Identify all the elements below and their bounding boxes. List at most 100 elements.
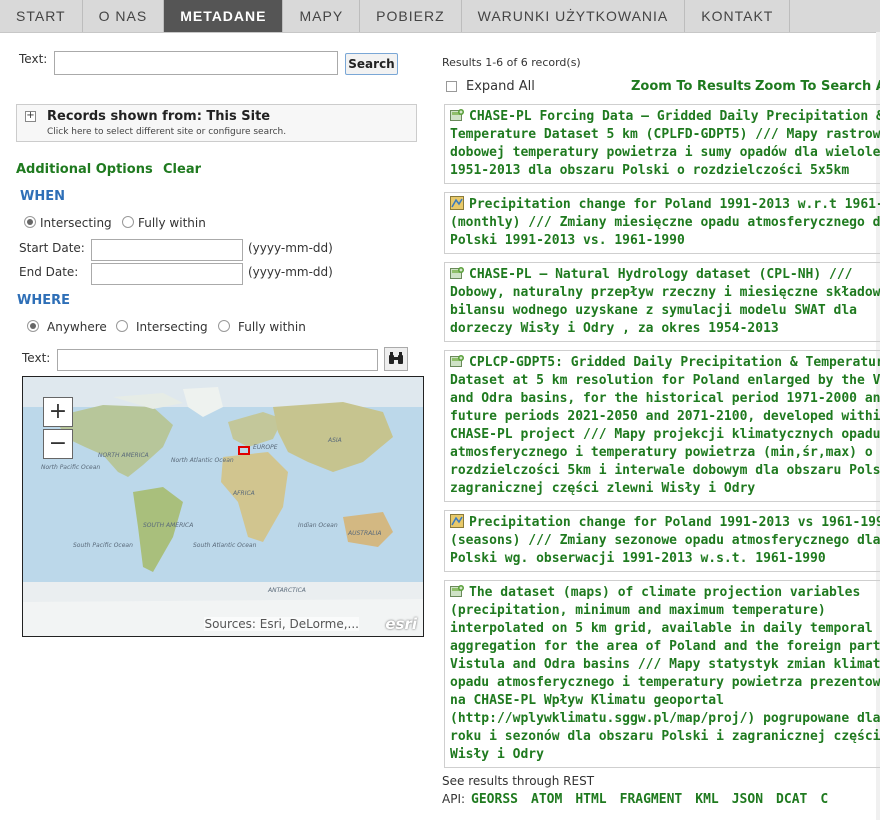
where-anywhere-label: Anywhere xyxy=(47,320,107,334)
location-search-input[interactable] xyxy=(57,349,378,371)
map-label-indian: Indian Ocean xyxy=(298,522,338,529)
nav-tab-o-nas[interactable]: O NAS xyxy=(83,0,165,32)
result-title-line[interactable]: (http://wplywklimatu.sggw.pl/map/proj/) … xyxy=(450,711,880,726)
result-title-line[interactable]: Dobowy, naturalny przepływ rzeczny i mie… xyxy=(450,285,880,300)
rest-results-text: See results through REST xyxy=(442,774,595,788)
api-link-json[interactable]: JSON xyxy=(732,792,763,807)
result-title-line[interactable]: Polski 1991-2013 vs. 1961-1990 xyxy=(450,233,685,248)
start-date-label: Start Date: xyxy=(19,241,85,255)
result-title-line[interactable]: and Odra basins, for the historical peri… xyxy=(450,391,880,406)
result-title-line[interactable]: (precipitation, minimum and maximum temp… xyxy=(450,603,826,618)
zoom-out-button[interactable]: − xyxy=(43,429,73,459)
map-label-north-pacific: North Pacific Ocean xyxy=(41,464,100,471)
nav-tab-mapy[interactable]: MAPY xyxy=(283,0,361,32)
end-date-label: End Date: xyxy=(19,265,79,279)
result-title-line[interactable]: Temperature Dataset 5 km (CPLFD-GDPT5) /… xyxy=(450,127,880,142)
search-area-map[interactable]: NORTH AMERICA North Pacific Ocean North … xyxy=(22,376,424,637)
api-link-html[interactable]: HTML xyxy=(575,792,606,807)
dataset-icon xyxy=(450,108,464,122)
result-title-line[interactable]: 1951-2013 dla obszaru Polski o rozdzielc… xyxy=(450,163,849,178)
result-item[interactable]: The dataset (maps) of climate projection… xyxy=(444,580,880,768)
api-link-c[interactable]: C xyxy=(820,792,828,807)
zoom-to-search-area-link[interactable]: Zoom To Search Ar xyxy=(755,79,880,94)
world-map-graphic[interactable]: NORTH AMERICA North Pacific Ocean North … xyxy=(23,377,423,636)
binoculars-icon[interactable] xyxy=(384,347,408,371)
result-title-line[interactable]: aggregation for the area of Poland and t… xyxy=(450,639,880,654)
when-intersecting-label: Intersecting xyxy=(40,216,112,230)
when-fully-within-radio[interactable] xyxy=(122,216,134,228)
records-source-box[interactable]: + Records shown from: This Site Click he… xyxy=(16,104,417,142)
map-label-australia: AUSTRALIA xyxy=(347,530,381,537)
result-title-line[interactable]: CPLCP-GDPT5: Gridded Daily Precipitation… xyxy=(469,355,880,370)
result-item[interactable]: CHASE-PL – Natural Hydrology dataset (CP… xyxy=(444,262,880,342)
api-links: API: GEORSS ATOM HTML FRAGMENT KML JSON DCAT C xyxy=(442,792,841,807)
map-label-south-pacific: South Pacific Ocean xyxy=(73,542,133,549)
result-item[interactable]: CPLCP-GDPT5: Gridded Daily Precipitation… xyxy=(444,350,880,502)
expand-plus-icon[interactable]: + xyxy=(25,111,36,122)
result-item[interactable]: Precipitation change for Poland 1991-201… xyxy=(444,192,880,254)
api-link-georss[interactable]: GEORSS xyxy=(471,792,518,807)
api-link-fragment[interactable]: FRAGMENT xyxy=(620,792,683,807)
map-icon xyxy=(450,514,464,528)
result-title-line[interactable]: future periods 2021-2050 and 2071-2100, … xyxy=(450,409,880,424)
result-title-line[interactable]: zagranicznej części zlewni Wisły i Odry xyxy=(450,481,755,496)
where-anywhere-radio[interactable] xyxy=(27,320,39,332)
results-count: Results 1-6 of 6 record(s) xyxy=(442,56,581,69)
result-title-line[interactable]: Wisły i Odry xyxy=(450,747,544,762)
result-title-line[interactable]: Polski wg. obserwacji 1991-2013 w.s.t. 1… xyxy=(450,551,826,566)
result-title-line[interactable]: Vistula and Odra basins /// Mapy statyst… xyxy=(450,657,880,672)
result-title-line[interactable]: interpolated on 5 km grid, available in … xyxy=(450,621,873,636)
result-item[interactable]: Precipitation change for Poland 1991-201… xyxy=(444,510,880,572)
result-title-line[interactable]: The dataset (maps) of climate projection… xyxy=(469,585,860,600)
where-intersecting-radio[interactable] xyxy=(116,320,128,332)
dataset-icon xyxy=(450,584,464,598)
api-label: API: xyxy=(442,792,466,806)
result-title-line[interactable]: dobowej temperatury powietrza i sumy opa… xyxy=(450,145,880,160)
result-title-line[interactable]: dorzeczy Wisły i Odry , za okres 1954-20… xyxy=(450,321,779,336)
result-title-line[interactable]: CHASE-PL – Natural Hydrology dataset (CP… xyxy=(469,267,853,282)
records-shown-title: Records shown from: This Site xyxy=(47,109,271,124)
result-title-line[interactable]: Dataset at 5 km resolution for Poland en… xyxy=(450,373,880,388)
search-text-label: Text: xyxy=(19,52,48,66)
map-label-antarctica: ANTARCTICA xyxy=(267,587,306,594)
where-heading: WHERE xyxy=(17,293,70,308)
end-date-hint: (yyyy-mm-dd) xyxy=(248,265,333,279)
result-item[interactable]: CHASE-PL Forcing Data – Gridded Daily Pr… xyxy=(444,104,880,184)
result-title-line[interactable]: (seasons) /// Zmiany sezonowe opadu atmo… xyxy=(450,533,880,548)
zoom-in-button[interactable]: + xyxy=(43,397,73,427)
result-title-line[interactable]: atmosferycznego i temperatury powietrza … xyxy=(450,445,873,460)
search-input[interactable] xyxy=(54,51,338,75)
expand-all-checkbox[interactable] xyxy=(446,81,457,92)
result-title-line[interactable]: roku i sezonów dla obszaru Polski i zagr… xyxy=(450,729,880,744)
result-title-line[interactable]: opadu atmosferycznego i temperatury powi… xyxy=(450,675,880,690)
additional-options-link[interactable]: Additional Options xyxy=(16,162,153,177)
nav-tab-warunki-użytkowania[interactable]: WARUNKI UŻYTKOWANIA xyxy=(462,0,686,32)
result-title-line[interactable]: CHASE-PL project /// Mapy projekcji klim… xyxy=(450,427,880,442)
dataset-icon xyxy=(450,354,464,368)
result-title-line[interactable]: bilansu wodnego uzyskane z symulacji mod… xyxy=(450,303,857,318)
result-title-line[interactable]: (monthly) /// Zmiany miesięczne opadu at… xyxy=(450,215,880,230)
esri-logo: esri xyxy=(385,615,417,633)
result-title-line[interactable]: Precipitation change for Poland 1991-201… xyxy=(469,197,880,212)
start-date-input[interactable] xyxy=(91,239,243,261)
api-link-kml[interactable]: KML xyxy=(695,792,718,807)
api-link-atom[interactable]: ATOM xyxy=(531,792,562,807)
when-intersecting-radio[interactable] xyxy=(24,216,36,228)
result-title-line[interactable]: Precipitation change for Poland 1991-201… xyxy=(469,515,880,530)
nav-tab-pobierz[interactable]: POBIERZ xyxy=(360,0,462,32)
end-date-input[interactable] xyxy=(91,263,243,285)
where-fully-within-radio[interactable] xyxy=(218,320,230,332)
result-title-line[interactable]: rozdzielczości 5km i interwale dobowym d… xyxy=(450,463,880,478)
map-label-south-america: SOUTH AMERICA xyxy=(143,522,193,529)
where-fully-within-label: Fully within xyxy=(238,320,306,334)
result-title-line[interactable]: na CHASE-PL Wpływ Klimatu geoportal xyxy=(450,693,724,708)
nav-tab-kontakt[interactable]: KONTAKT xyxy=(685,0,791,32)
result-title-line[interactable]: CHASE-PL Forcing Data – Gridded Daily Pr… xyxy=(469,109,880,124)
search-button[interactable]: Search xyxy=(345,53,398,75)
nav-tab-metadane[interactable]: METADANE xyxy=(164,0,284,32)
nav-tab-start[interactable]: START xyxy=(0,0,83,32)
zoom-to-results-link[interactable]: Zoom To Results xyxy=(631,79,751,94)
api-link-dcat[interactable]: DCAT xyxy=(776,792,807,807)
clear-link[interactable]: Clear xyxy=(163,162,201,177)
map-label-europe: EUROPE xyxy=(253,444,278,451)
